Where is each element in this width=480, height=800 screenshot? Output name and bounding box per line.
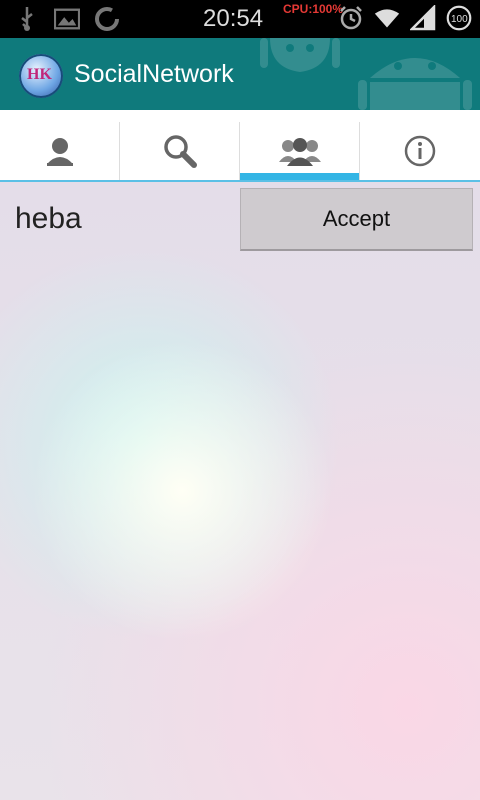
- app-logo[interactable]: HK: [19, 54, 63, 98]
- usb-icon: [14, 6, 40, 32]
- group-icon: [279, 138, 321, 166]
- person-icon: [47, 138, 73, 166]
- tab-friend-requests[interactable]: [240, 122, 360, 180]
- image-icon: [54, 6, 80, 32]
- action-bar: HK SocialNetwork: [0, 38, 480, 110]
- wifi-icon: [374, 5, 400, 31]
- tab-profile[interactable]: [0, 122, 120, 180]
- info-icon: [404, 135, 436, 167]
- android-watermark-icon: [260, 38, 472, 110]
- app-title: SocialNetwork: [74, 60, 234, 88]
- requester-name: heba: [15, 202, 82, 235]
- notification-icons: [14, 6, 120, 32]
- friend-request-list: heba Accept: [0, 182, 480, 800]
- status-bar: 20:54 CPU:100% 100: [0, 0, 480, 38]
- accept-button[interactable]: Accept: [240, 188, 473, 251]
- app-logo-text: HK: [27, 66, 52, 83]
- cpu-indicator: CPU:100%: [283, 2, 344, 16]
- battery-icon: 100: [446, 5, 472, 31]
- battery-level: 100: [451, 14, 468, 25]
- tab-info[interactable]: [360, 122, 480, 180]
- system-icons: 100: [338, 5, 472, 31]
- signal-icon: [410, 5, 436, 31]
- sync-icon: [94, 6, 120, 32]
- selected-tab-indicator: [240, 173, 359, 180]
- search-icon: [164, 135, 197, 168]
- tab-bar: [0, 110, 480, 182]
- tab-search[interactable]: [120, 122, 240, 180]
- clock: 20:54: [203, 5, 264, 32]
- alarm-icon: [338, 5, 364, 31]
